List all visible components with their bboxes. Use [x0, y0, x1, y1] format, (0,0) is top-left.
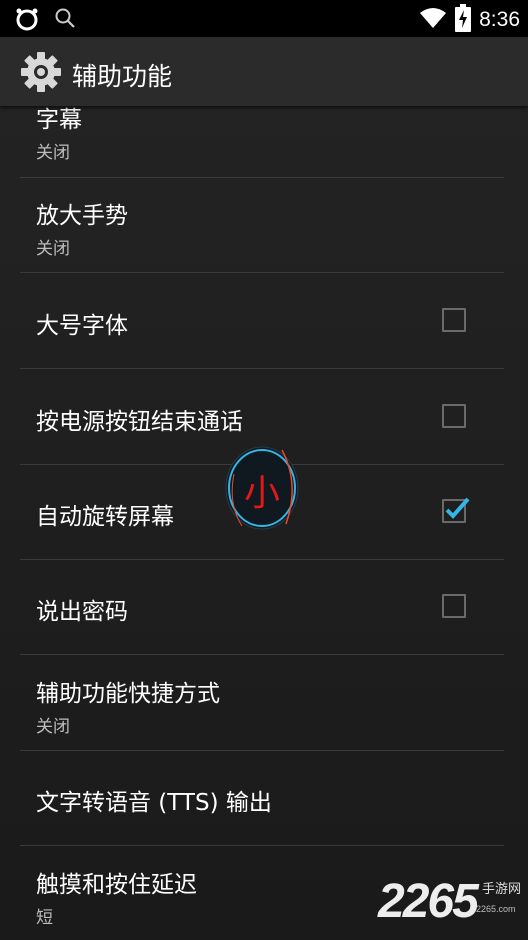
status-bar: 8:36 — [0, 0, 528, 37]
floating-assistant-ball[interactable]: 小 — [224, 444, 300, 532]
setting-title: 说出密码 — [36, 599, 128, 625]
clock: 8:36 — [479, 8, 520, 31]
action-bar: 辅助功能 — [0, 37, 528, 106]
setting-summary: 关闭 — [36, 143, 70, 163]
setting-captions[interactable]: 字幕 关闭 — [20, 106, 504, 178]
auto-rotate-checkbox[interactable] — [442, 497, 470, 523]
setting-title: 文字转语音 (TTS) 输出 — [36, 790, 272, 816]
setting-title: 触摸和按住延迟 — [36, 872, 197, 898]
setting-large-text[interactable]: 大号字体 — [20, 273, 504, 369]
setting-summary: 短 — [36, 908, 53, 928]
setting-speak-passwords[interactable]: 说出密码 — [20, 559, 504, 655]
setting-accessibility-shortcut[interactable]: 辅助功能快捷方式 关闭 — [20, 655, 504, 751]
page-title: 辅助功能 — [72, 62, 173, 91]
watermark-logo: 2265 手游网 2265.com — [378, 860, 528, 930]
watermark-text: 手游网 — [482, 882, 522, 897]
gear-icon[interactable] — [20, 51, 62, 93]
setting-title: 字幕 — [36, 107, 82, 133]
setting-summary: 关闭 — [36, 717, 70, 737]
setting-title: 自动旋转屏幕 — [36, 504, 174, 530]
setting-title: 大号字体 — [36, 313, 128, 339]
battery-charging-icon — [455, 4, 472, 36]
checkmark-icon — [445, 497, 470, 519]
power-button-checkbox[interactable] — [442, 404, 466, 428]
setting-title: 按电源按钮结束通话 — [36, 409, 243, 435]
large-text-checkbox[interactable] — [442, 308, 466, 332]
setting-summary: 关闭 — [36, 239, 70, 259]
search-icon — [54, 7, 76, 35]
setting-tts-output[interactable]: 文字转语音 (TTS) 输出 — [20, 750, 504, 846]
watermark-number: 2265 — [378, 875, 479, 928]
setting-title: 放大手势 — [36, 203, 128, 229]
circle-app-icon — [14, 7, 40, 35]
setting-magnification-gestures[interactable]: 放大手势 关闭 — [20, 177, 504, 273]
speak-passwords-checkbox[interactable] — [442, 594, 466, 618]
setting-title: 辅助功能快捷方式 — [36, 681, 220, 707]
wifi-icon — [419, 7, 447, 33]
watermark-url: 2265.com — [476, 904, 516, 914]
floating-ball-label: 小 — [243, 473, 280, 514]
